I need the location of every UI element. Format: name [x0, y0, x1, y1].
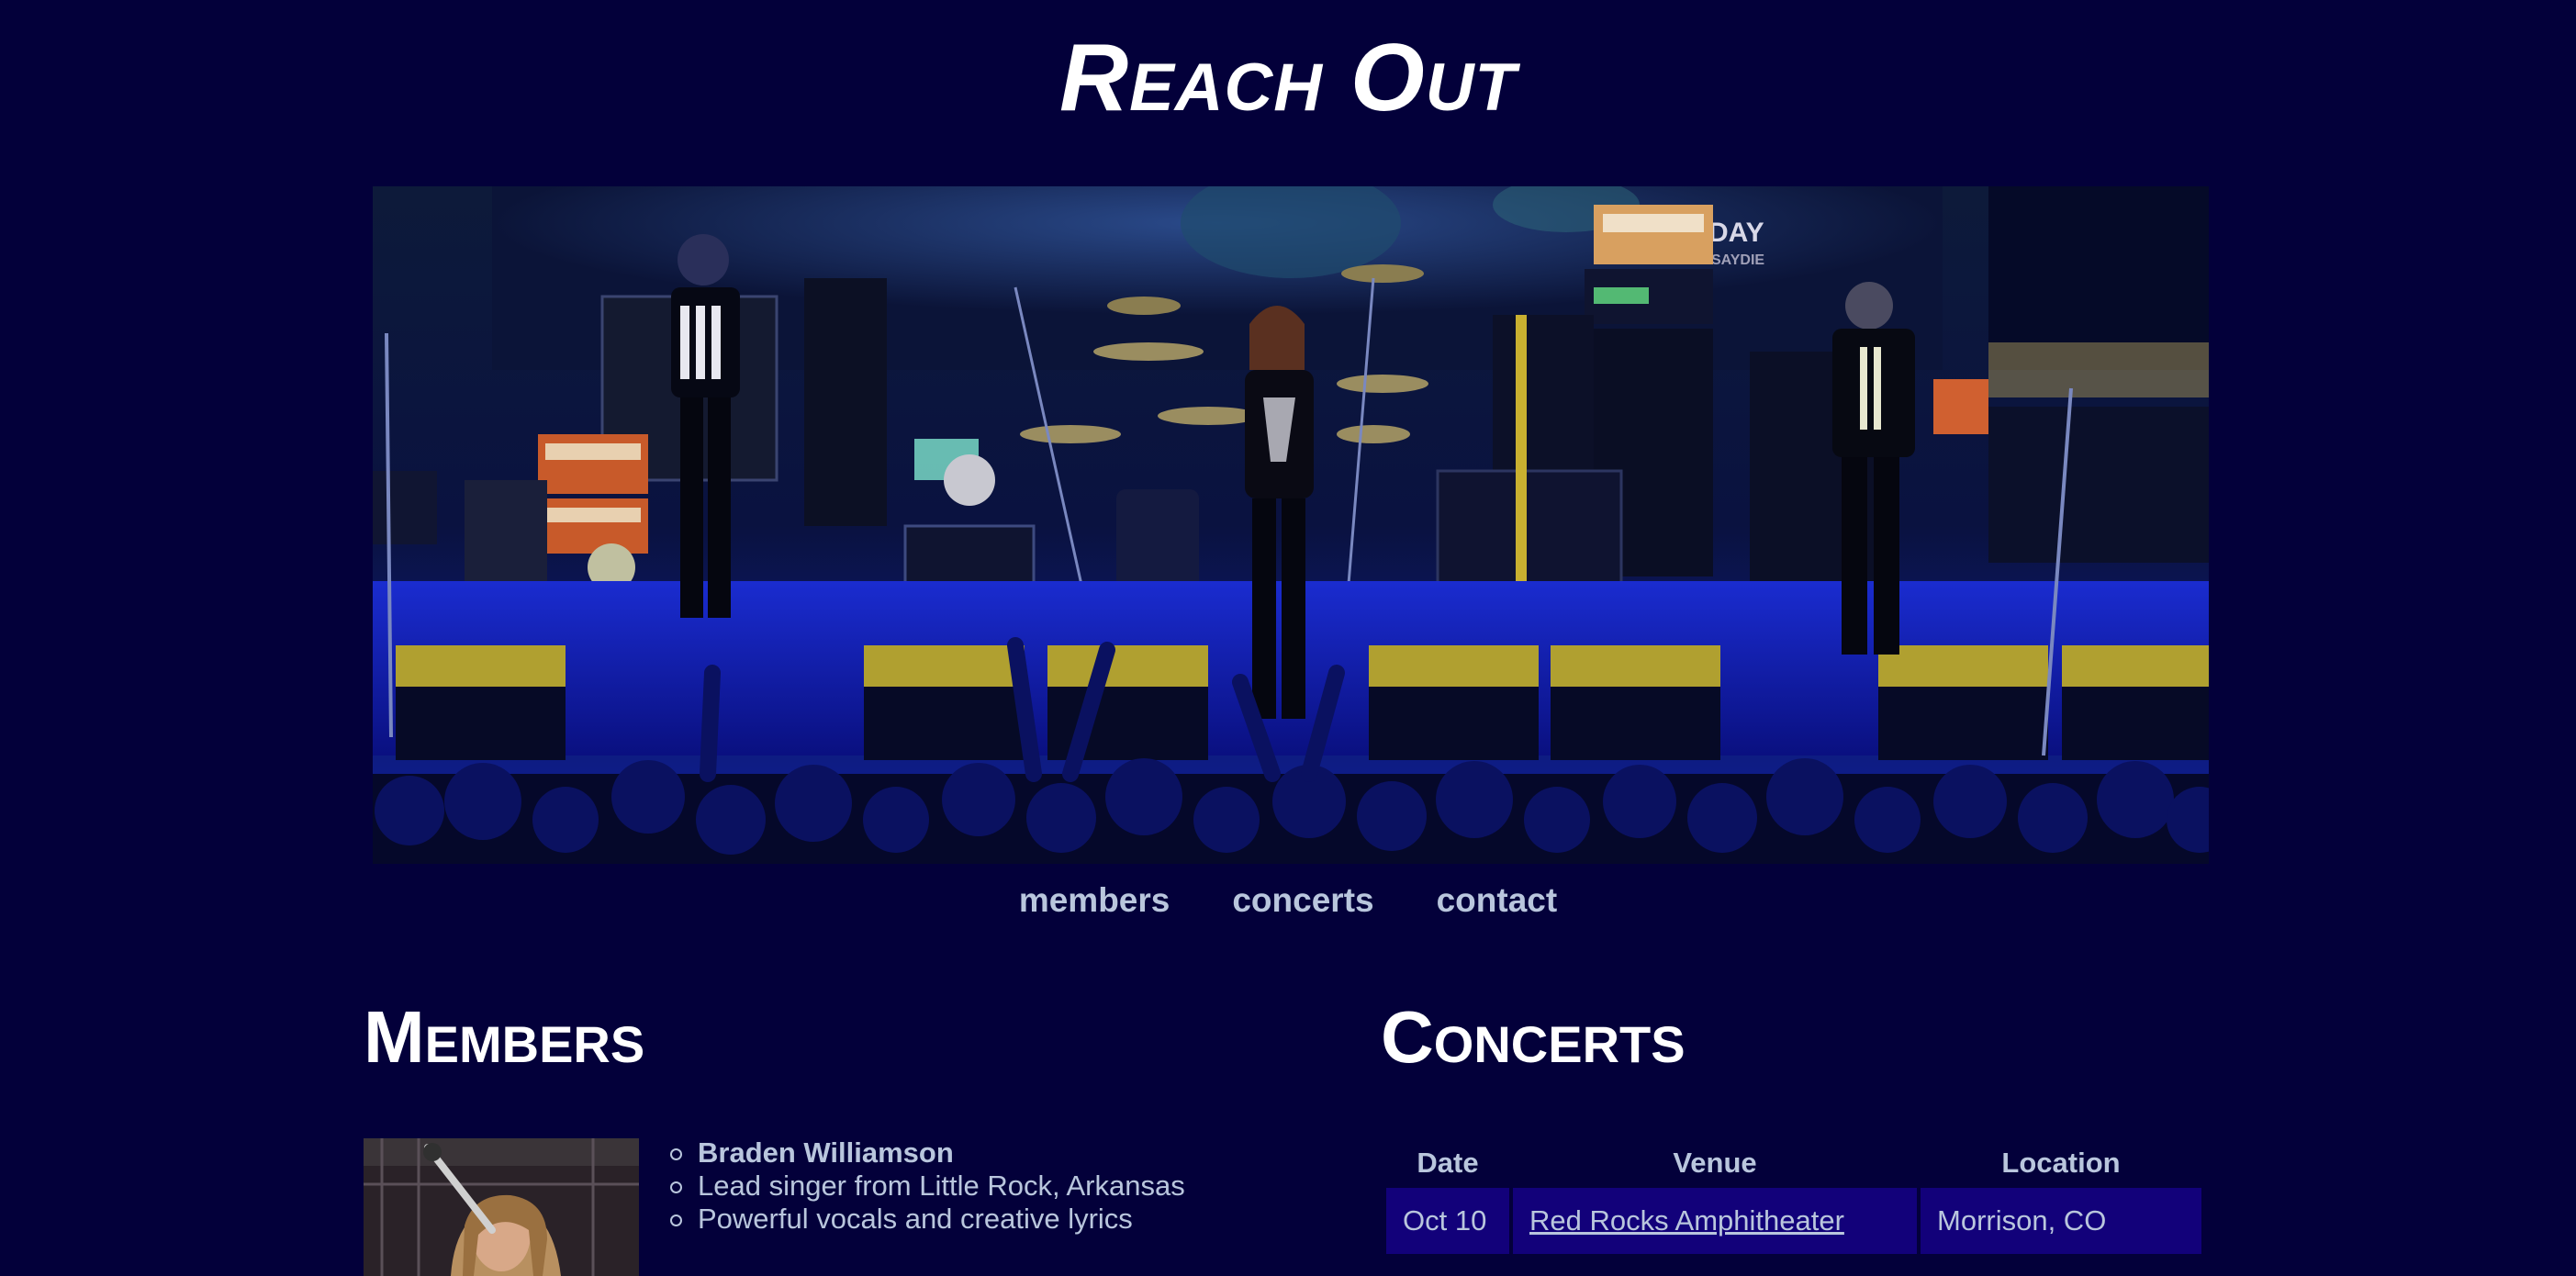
member-detail: Powerful vocals and creative lyrics [670, 1203, 1185, 1236]
members-heading: Members [364, 996, 645, 1078]
member-detail: Lead singer from Little Rock, Arkansas [670, 1170, 1185, 1203]
concert-date: Oct 10 [1386, 1188, 1509, 1254]
member-name: Braden Williamson [670, 1136, 1185, 1170]
column-header-venue: Venue [1673, 1147, 1757, 1179]
backdrop-sign-text: DAY [1708, 218, 1764, 248]
site-title: Reach Out [1058, 25, 1518, 131]
member-details-list: Braden Williamson Lead singer from Littl… [670, 1136, 1185, 1236]
member-photo [364, 1138, 639, 1276]
main-nav: members concerts contact [0, 881, 2576, 920]
hero-band-photo: DAY SAYDIE [373, 186, 2209, 864]
column-header-date: Date [1417, 1147, 1479, 1179]
table-row: Oct 10 Red Rocks Amphitheater Morrison, … [1386, 1188, 2201, 1254]
concert-venue-cell: Red Rocks Amphitheater [1513, 1188, 1917, 1254]
concerts-heading: Concerts [1381, 996, 1686, 1078]
nav-link-members[interactable]: members [1019, 881, 1170, 920]
nav-link-concerts[interactable]: concerts [1232, 881, 1373, 920]
table-header-row: Date Venue Location [1386, 1142, 2201, 1184]
concert-venue-link[interactable]: Red Rocks Amphitheater [1529, 1204, 1844, 1237]
concerts-table: Date Venue Location Oct 10 Red Rocks Amp… [1383, 1138, 2205, 1258]
nav-link-contact[interactable]: contact [1437, 881, 1558, 920]
concert-location: Morrison, CO [1921, 1188, 2201, 1254]
backdrop-sign-subtext: SAYDIE [1711, 252, 1764, 268]
column-header-location: Location [2001, 1147, 2121, 1179]
